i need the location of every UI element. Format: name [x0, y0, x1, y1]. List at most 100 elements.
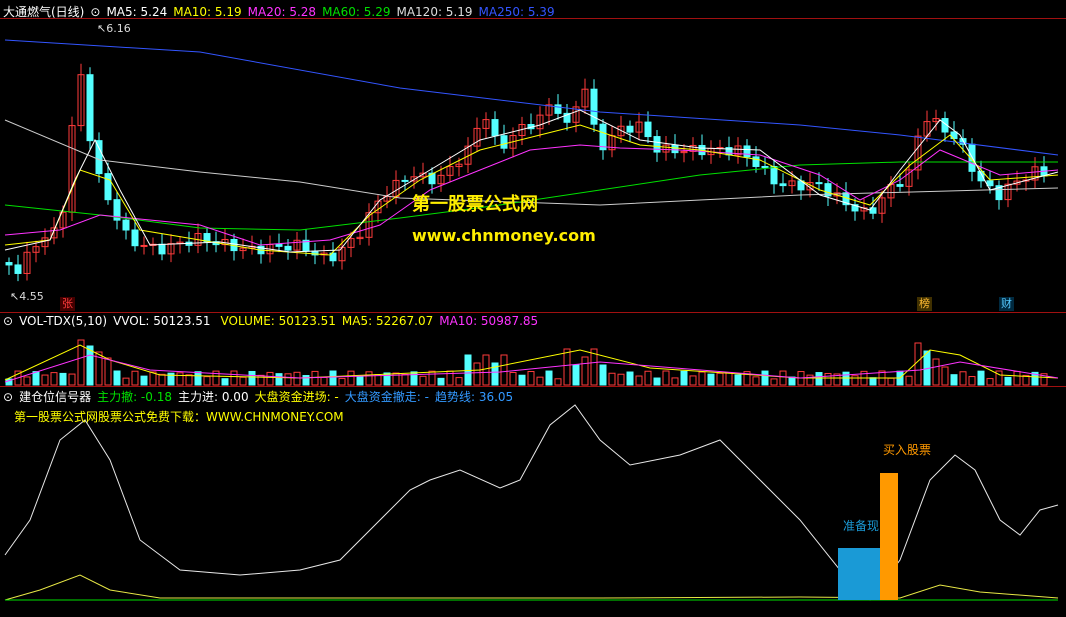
- collapse-icon[interactable]: ⊙: [90, 5, 100, 19]
- flag-bang[interactable]: 榜: [917, 297, 932, 311]
- volume-bar: [716, 372, 724, 386]
- candle-body: [644, 121, 652, 138]
- volume-bar: [734, 374, 742, 386]
- indicator-yellow-line: [4, 574, 1059, 601]
- volume-bar: [653, 377, 661, 386]
- volume-bar: [662, 370, 670, 386]
- candle-body: [104, 173, 112, 201]
- candle-body: [671, 144, 679, 154]
- volume-bar: [275, 373, 283, 386]
- price-high-label: ↖6.16: [97, 22, 131, 35]
- volume-bar: [581, 356, 589, 386]
- low-marker-icon: ↖: [10, 290, 20, 303]
- volume-bar: [950, 374, 958, 386]
- candle-body: [770, 166, 778, 185]
- volume-bar: [635, 375, 643, 386]
- candle-body: [158, 243, 166, 255]
- volume-bar: [41, 374, 49, 386]
- candle-body: [554, 104, 562, 114]
- candle-body: [896, 184, 904, 187]
- candle-body: [626, 125, 634, 133]
- indicator-white-line: [4, 404, 1059, 601]
- volume-bar: [50, 372, 58, 386]
- ma120-value: MA120: 5.19: [396, 4, 473, 19]
- volume-bar: [284, 373, 292, 386]
- candle-body: [401, 179, 409, 182]
- volume-bar: [68, 373, 76, 386]
- volume-bar: [158, 373, 166, 386]
- volume-bar: [752, 376, 760, 386]
- volume-bar: [788, 376, 796, 386]
- volume-bar: [986, 378, 994, 386]
- ma10-value: MA10: 5.19: [173, 4, 242, 19]
- indicator-name[interactable]: 建仓位信号器: [19, 388, 91, 405]
- volume-bar: [410, 371, 418, 386]
- candle-body: [779, 183, 787, 187]
- volume-bar: [230, 370, 238, 386]
- volume-bar: [806, 374, 814, 386]
- candle-body: [761, 165, 769, 168]
- volume-bar: [536, 376, 544, 386]
- volume-collapse-icon[interactable]: ⊙: [3, 314, 13, 328]
- volume-value: VOLUME: 50123.51: [220, 314, 336, 328]
- volume-bar: [851, 375, 859, 386]
- volume-bar: [617, 373, 625, 386]
- volume-panel-header: ⊙ VOL-TDX(5,10) VVOL: 50123.51 VOLUME: 5…: [3, 314, 538, 328]
- volume-bar: [761, 370, 769, 386]
- volume-bar: [554, 378, 562, 386]
- volume-indicator-name[interactable]: VOL-TDX(5,10): [19, 314, 107, 328]
- dapan-in-value: 大盘资金进场: -: [254, 390, 339, 404]
- volume-bar: [545, 370, 553, 386]
- volume-bar: [248, 370, 256, 386]
- candle-body: [752, 156, 760, 167]
- main-chart-canvas[interactable]: [0, 0, 1066, 617]
- volume-bar: [320, 376, 328, 386]
- volume-ma5-value: MA5: 52267.07: [341, 314, 434, 328]
- volume-bar: [302, 375, 310, 386]
- volume-bar: [689, 375, 697, 386]
- volume-bar: [266, 371, 274, 386]
- candle-body: [815, 182, 823, 185]
- volume-bar: [500, 354, 508, 386]
- volume-bar: [419, 375, 427, 386]
- volume-bar: [338, 377, 346, 386]
- volume-bar: [527, 371, 535, 386]
- volume-bar: [959, 371, 967, 386]
- volume-bar: [437, 377, 445, 386]
- volume-panel-top-border: [0, 312, 1066, 313]
- watermark-url: www.chnmoney.com: [412, 226, 596, 245]
- watermark-title: 第一股票公式网: [412, 194, 538, 215]
- volume-bar: [599, 364, 607, 386]
- volume-bar: [572, 364, 580, 386]
- volume-bar: [887, 377, 895, 386]
- volume-bar: [518, 374, 526, 386]
- candle-body: [986, 180, 994, 187]
- volume-bar: [977, 370, 985, 386]
- flag-zhang[interactable]: 张: [60, 297, 75, 311]
- volume-bar: [365, 371, 373, 386]
- candle-body: [131, 229, 139, 247]
- volume-bar: [122, 377, 130, 386]
- volume-bar: [1004, 376, 1012, 386]
- buy-signal-bar: [880, 473, 898, 600]
- volume-bar: [626, 371, 634, 386]
- volume-ma10-value: MA10: 50987.85: [439, 314, 539, 328]
- buy-label: 买入股票: [883, 443, 932, 457]
- volume-bar: [869, 377, 877, 386]
- volume-bar: [239, 376, 247, 386]
- flag-cai[interactable]: 财: [999, 297, 1014, 311]
- candle-body: [95, 140, 103, 175]
- candle-body: [599, 123, 607, 151]
- ma250-line: [4, 39, 1059, 156]
- candle-body: [140, 244, 148, 247]
- volume-bar: [23, 376, 31, 386]
- volume-bar: [473, 362, 481, 386]
- indicator-collapse-icon[interactable]: ⊙: [3, 390, 13, 404]
- candle-body: [5, 262, 13, 266]
- volume-bar: [203, 376, 211, 386]
- volume-bar: [707, 373, 715, 386]
- trend-line-value: 趋势线: 36.05: [434, 390, 514, 404]
- indicator-note: 第一股票公式网股票公式免费下载：WWW.CHNMONEY.COM: [14, 410, 344, 424]
- candle-body: [275, 244, 283, 247]
- volume-bar: [680, 370, 688, 386]
